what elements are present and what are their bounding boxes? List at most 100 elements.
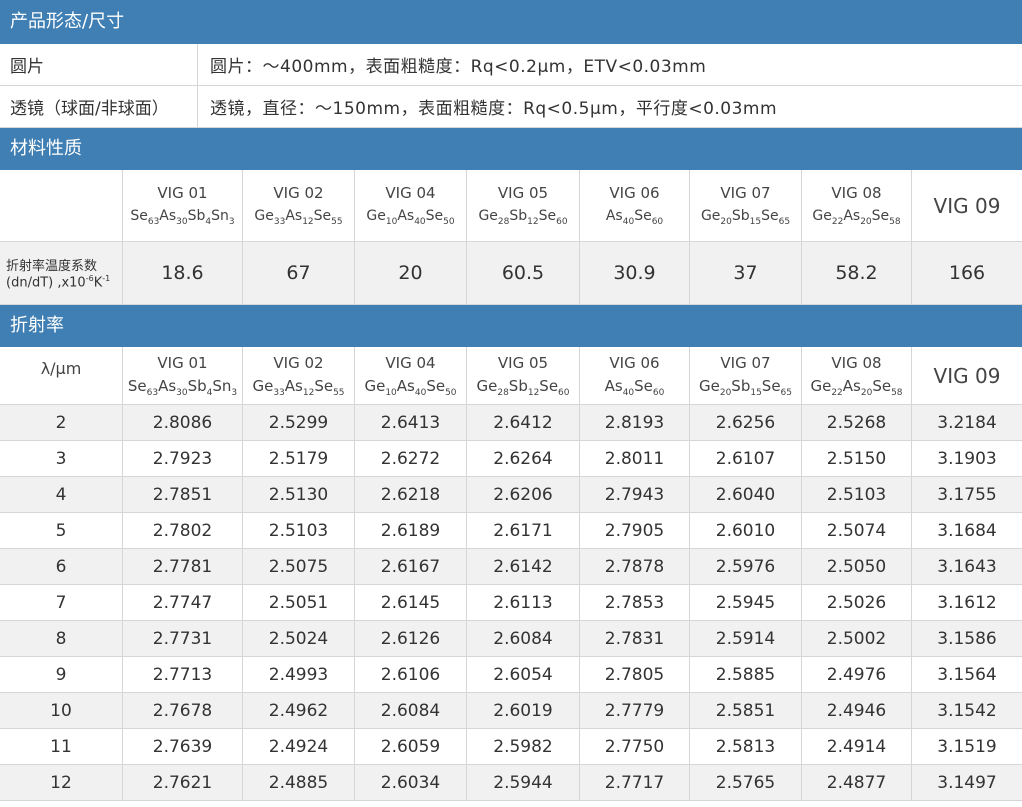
dimension-label: 透镜（球面/非球面）: [0, 86, 198, 127]
wavelength-header: λ/μm: [0, 347, 123, 404]
material-header-cell: VIG 04 Ge10As40Se50: [355, 347, 467, 404]
refractive-index-cell: 2.8193: [580, 405, 690, 440]
refractive-index-cell: 2.7923: [123, 441, 243, 476]
refractive-index-cell: 2.7621: [123, 765, 243, 800]
refractive-index-cell: 2.5024: [243, 621, 355, 656]
refractive-index-cell: 3.1684: [937, 520, 997, 541]
refractive-index-cell: 2.6084: [467, 621, 580, 656]
formula-subscript: 22: [831, 387, 843, 398]
formula-subscript: 12: [302, 216, 314, 227]
formula-subscript: 33: [273, 216, 286, 227]
table-row: 8 2.7731 2.5024 2.6126 2.6084 2.7831 2.5914 2.5…: [0, 621, 1022, 657]
refractive-index-cell: 2.5150: [802, 441, 912, 476]
thermal-label-exp1: -6: [85, 274, 94, 284]
formula-subscript: 30: [176, 216, 188, 227]
material-formula: Se63As30Sb4Sn3: [130, 208, 235, 227]
refractive-index-cell: 2.7905: [580, 513, 690, 548]
refractive-index-cell: 2.6126: [355, 621, 467, 656]
refractive-index-cell: 2.6171: [467, 513, 580, 548]
thermal-label-exp2: -1: [102, 274, 111, 284]
material-header-cell: VIG 09: [912, 170, 1022, 241]
material-header-cell: VIG 06 As40Se60: [580, 170, 690, 241]
refractive-index-cell: 2.5074: [802, 513, 912, 548]
table-row: 12 2.7621 2.4885 2.6034 2.5944 2.7717 2.5765 2.…: [0, 765, 1022, 801]
refractive-index-cell: 2.4993: [243, 657, 355, 692]
refractive-index-cell: 2.6107: [690, 441, 802, 476]
refractive-index-cell: 2.6040: [690, 477, 802, 512]
formula-subscript: 58: [891, 387, 903, 398]
dimension-value: 透镜，直径：～150mm，表面粗糙度：Rq<0.5μm，平行度<0.03mm: [210, 99, 778, 119]
refractive-index-cell: 3.1643: [937, 556, 997, 577]
formula-subscript: 60: [556, 216, 568, 227]
refractive-index-cell: 2.6034: [355, 765, 467, 800]
formula-subscript: 20: [719, 387, 732, 398]
material-formula: Ge10As40Se50: [364, 376, 457, 398]
material-header-cell: VIG 04 Ge10As40Se50: [355, 170, 467, 241]
wavelength-cell: 6: [0, 549, 123, 584]
material-header-cell: VIG 01 Se63As30Sb4Sn3: [123, 347, 243, 404]
material-header-cell: VIG 02 Ge33As12Se55: [243, 170, 355, 241]
material-formula: Ge10As40Se50: [366, 208, 455, 227]
refractive-index-cell: 2.5179: [243, 441, 355, 476]
table-row: 4 2.7851 2.5130 2.6218 2.6206 2.7943 2.6040 2.5…: [0, 477, 1022, 513]
thermal-coefficient-label: 折射率温度系数 (dn/dT) ,x10-6K-1: [0, 242, 123, 304]
formula-subscript: 60: [652, 387, 665, 398]
material-name: VIG 09: [933, 363, 1001, 388]
refractive-index-cell: 2.6272: [355, 441, 467, 476]
table-row: 2 2.8086 2.5299 2.6413 2.6412 2.8193 2.6256 2.5…: [0, 405, 1022, 441]
formula-subscript: 3: [231, 387, 238, 398]
formula-subscript: 60: [651, 216, 664, 227]
refractive-index-cell: 2.5002: [802, 621, 912, 656]
material-header-cell: VIG 01 Se63As30Sb4Sn3: [123, 170, 243, 241]
refractive-index-cell: 2.7781: [123, 549, 243, 584]
refractive-index-cell: 2.6059: [355, 729, 467, 764]
wavelength-cell: 5: [0, 513, 123, 548]
material-formula: As40Se60: [604, 376, 665, 398]
refractive-index-cell: 2.7779: [580, 693, 690, 728]
refractive-index-cell: 2.7639: [123, 729, 243, 764]
refractive-index-cell: 3.1586: [937, 628, 997, 649]
refractive-index-cell: 2.5914: [690, 621, 802, 656]
wavelength-cell: 7: [0, 585, 123, 620]
refractive-index-cell: 2.4877: [802, 765, 912, 800]
formula-subscript: 50: [445, 387, 457, 398]
material-formula: Ge33As12Se55: [252, 376, 345, 398]
formula-subscript: 20: [720, 216, 732, 227]
refractive-index-cell: 2.6145: [355, 585, 467, 620]
formula-subscript: 63: [146, 387, 159, 398]
corner-cell: [0, 170, 123, 241]
refractive-index-cell: 2.6084: [355, 693, 467, 728]
table-row: 6 2.7781 2.5075 2.6167 2.6142 2.7878 2.5976 2.5…: [0, 549, 1022, 585]
refractive-index-table: λ/μm VIG 01 Se63As30Sb4Sn3 VIG 02 Ge33As12S…: [0, 347, 1022, 801]
thermal-label-line2: (dn/dT) ,x10-6K-1: [6, 274, 110, 290]
refractive-index-cell: 2.5765: [690, 765, 802, 800]
material-header-cell: VIG 07 Ge20Sb15Se65: [690, 170, 802, 241]
material-header-cell: VIG 05 Ge28Sb12Se60: [467, 170, 580, 241]
material-name: VIG 05: [497, 353, 549, 372]
material-name: VIG 06: [609, 184, 660, 203]
material-name: VIG 09: [933, 193, 1001, 218]
formula-subscript: 55: [331, 216, 343, 227]
formula-subscript: 55: [333, 387, 345, 398]
formula-subscript: 28: [497, 387, 509, 398]
material-formula: Ge22As20Se58: [812, 208, 901, 227]
material-formula: Ge20Sb15Se65: [700, 208, 791, 227]
refractive-index-cell: 2.7750: [580, 729, 690, 764]
refractive-index-cell: 2.6106: [355, 657, 467, 692]
formula-subscript: 63: [147, 216, 160, 227]
material-header-cell: VIG 08 Ge22As20Se58: [802, 347, 912, 404]
formula-subscript: 10: [385, 216, 398, 227]
material-name: VIG 06: [609, 353, 660, 372]
refractive-header-row: λ/μm VIG 01 Se63As30Sb4Sn3 VIG 02 Ge33As12S…: [0, 347, 1022, 405]
refractive-index-cell: 2.7802: [123, 513, 243, 548]
section-header-dimensions: 产品形态/尺寸: [0, 0, 1022, 44]
formula-subscript: 30: [176, 387, 188, 398]
properties-table: VIG 01 Se63As30Sb4Sn3 VIG 02 Ge33As12Se55 VI…: [0, 170, 1022, 305]
refractive-index-cell: 2.4885: [243, 765, 355, 800]
refractive-index-cell: 3.1542: [937, 700, 997, 721]
wavelength-cell: 2: [0, 405, 123, 440]
formula-subscript: 60: [558, 387, 570, 398]
material-name: VIG 04: [385, 184, 436, 203]
refractive-index-cell: 2.7878: [580, 549, 690, 584]
material-header-cell: VIG 07 Ge20Sb15Se65: [690, 347, 802, 404]
